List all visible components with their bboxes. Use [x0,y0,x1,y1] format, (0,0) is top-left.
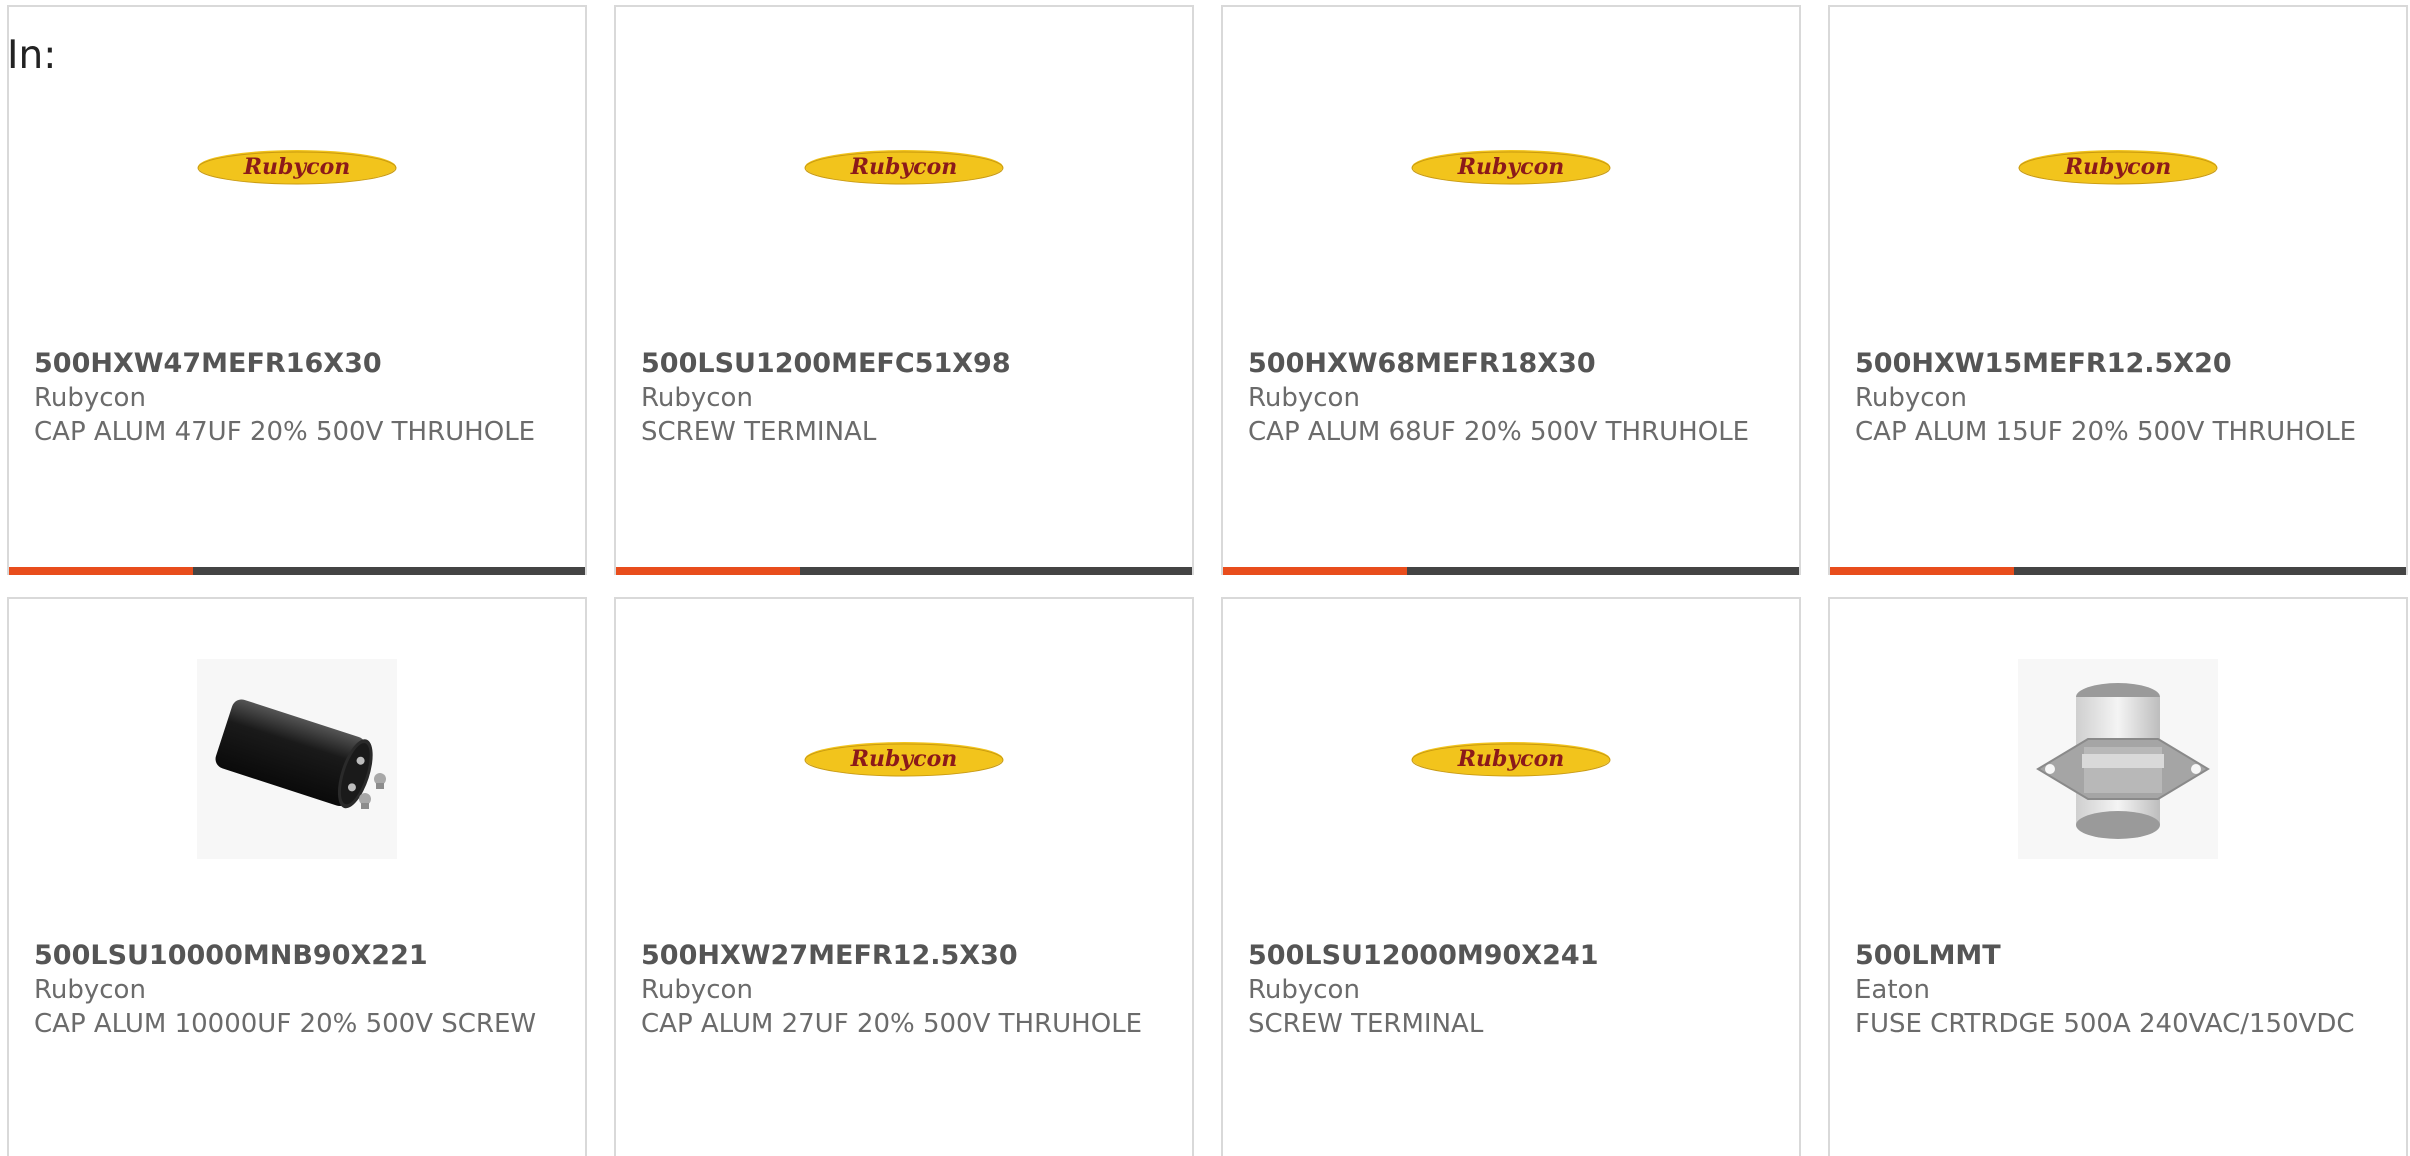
logo-text: Rubycon [1457,746,1565,772]
description: CAP ALUM 15UF 20% 500V THRUHOLE [1855,417,2357,447]
logo-text: Rubycon [1457,154,1565,180]
description: CAP ALUM 27UF 20% 500V THRUHOLE [641,1009,1143,1039]
logo-text: Rubycon [243,154,351,180]
product-card[interactable]: Rubycon 500HXW27MEFR12.5X30 Rubycon CAP … [614,597,1194,1156]
description: CAP ALUM 68UF 20% 500V THRUHOLE [1248,417,1750,447]
filter-label: In: [7,33,57,78]
capacitor-photo-icon [197,659,397,859]
product-card[interactable]: Rubycon 500LSU1200MEFC51X98 Rubycon SCRE… [614,5,1194,575]
description: SCREW TERMINAL [1248,1009,1484,1039]
progress-bar [1830,567,2406,575]
product-image: Rubycon [804,67,1004,267]
product-card[interactable]: Rubycon 500HXW15MEFR12.5X20 Rubycon CAP … [1828,5,2408,575]
manufacturer: Rubycon [641,975,753,1005]
product-image: Rubycon [1411,659,1611,859]
manufacturer: Rubycon [1248,383,1360,413]
product-image [2018,659,2218,859]
description: CAP ALUM 10000UF 20% 500V SCREW [34,1009,537,1039]
product-card[interactable]: 500LMMT Eaton FUSE CRTRDGE 500A 240VAC/1… [1828,597,2408,1156]
logo-text: Rubycon [2064,154,2172,180]
part-number[interactable]: 500HXW68MEFR18X30 [1248,348,1596,379]
rubycon-logo-icon: Rubycon [1411,150,1611,185]
part-number[interactable]: 500HXW47MEFR16X30 [34,348,382,379]
logo-text: Rubycon [850,154,958,180]
progress-fill [1830,567,2015,575]
rubycon-logo-icon: Rubycon [2018,150,2218,185]
logo-text: Rubycon [850,746,958,772]
part-number[interactable]: 500HXW27MEFR12.5X30 [641,940,1018,971]
product-image: Rubycon [197,67,397,267]
part-number[interactable]: 500LSU12000M90X241 [1248,940,1599,971]
product-image: Rubycon [804,659,1004,859]
description: SCREW TERMINAL [641,417,877,447]
manufacturer: Rubycon [1248,975,1360,1005]
rubycon-logo-icon: Rubycon [804,742,1004,777]
product-image: Rubycon [2018,67,2218,267]
progress-fill [9,567,194,575]
description: CAP ALUM 47UF 20% 500V THRUHOLE [34,417,536,447]
progress-fill [616,567,801,575]
rubycon-logo-icon: Rubycon [1411,742,1611,777]
description: FUSE CRTRDGE 500A 240VAC/150VDC [1855,1009,2355,1039]
product-card[interactable]: Rubycon 500HXW47MEFR16X30 Rubycon CAP AL… [7,5,587,575]
manufacturer: Rubycon [34,975,146,1005]
product-image [197,659,397,859]
manufacturer: Rubycon [1855,383,1967,413]
fuse-photo-icon [2018,659,2218,859]
part-number[interactable]: 500LSU10000MNB90X221 [34,940,428,971]
rubycon-logo-icon: Rubycon [804,150,1004,185]
part-number[interactable]: 500LSU1200MEFC51X98 [641,348,1011,379]
product-card[interactable]: 500LSU10000MNB90X221 Rubycon CAP ALUM 10… [7,597,587,1156]
manufacturer: Rubycon [34,383,146,413]
product-card[interactable]: Rubycon 500HXW68MEFR18X30 Rubycon CAP AL… [1221,5,1801,575]
part-number[interactable]: 500HXW15MEFR12.5X20 [1855,348,2232,379]
progress-bar [9,567,585,575]
progress-bar [616,567,1192,575]
manufacturer: Eaton [1855,975,1930,1005]
rubycon-logo-icon: Rubycon [197,150,397,185]
product-card[interactable]: Rubycon 500LSU12000M90X241 Rubycon SCREW… [1221,597,1801,1156]
progress-fill [1223,567,1408,575]
part-number[interactable]: 500LMMT [1855,940,2001,971]
product-image: Rubycon [1411,67,1611,267]
manufacturer: Rubycon [641,383,753,413]
progress-bar [1223,567,1799,575]
